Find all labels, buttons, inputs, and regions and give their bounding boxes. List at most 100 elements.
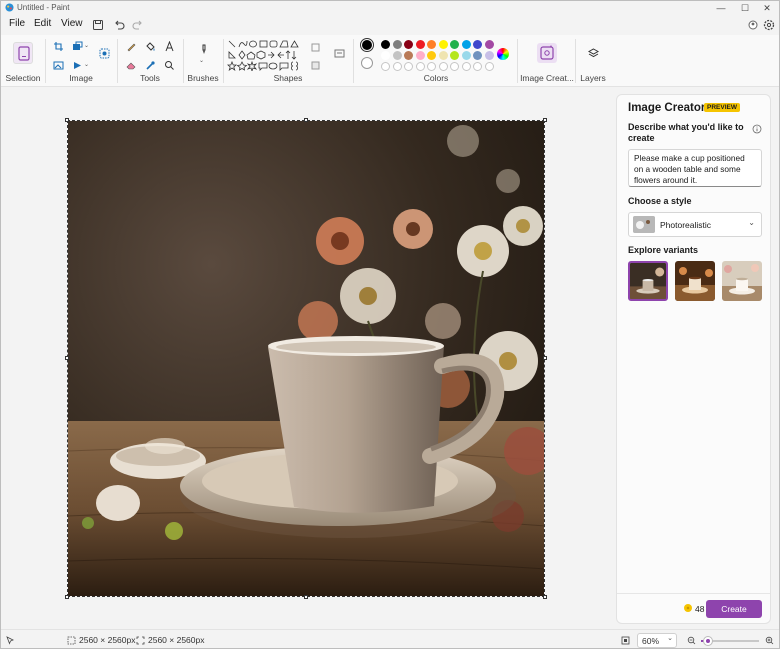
fit-to-window-icon[interactable] [621,636,630,645]
color-swatch[interactable] [415,40,425,49]
text-button[interactable] [161,38,177,54]
image-creator-button[interactable] [537,43,557,63]
color-swatch[interactable] [392,62,402,71]
edit-colors-wheel-icon[interactable] [497,48,509,60]
resize-handle[interactable] [65,595,69,599]
shape-fill-button[interactable] [307,57,323,73]
zoom-slider-thumb[interactable] [704,637,712,645]
menu-file[interactable]: File [9,18,25,29]
selection-size-icon [67,636,76,645]
style-dropdown[interactable]: Photorealistic ⌄ [628,212,762,237]
zoom-in-icon[interactable] [765,636,774,645]
shape-outline-button[interactable] [307,39,323,55]
crop-button[interactable] [50,38,66,54]
color-swatch[interactable] [438,62,448,71]
brushes-button[interactable] [195,41,211,57]
resize-handle[interactable] [543,356,547,360]
color-swatch[interactable] [438,51,448,60]
color-swatch[interactable] [427,51,436,60]
account-icon[interactable] [746,18,760,32]
pencil-button[interactable] [123,38,139,54]
ribbon-divider [183,39,184,83]
image-creator-panel: Image Creator PREVIEW Describe what you'… [616,94,771,624]
zoom-slider-track[interactable] [701,637,759,645]
secondary-color-swatch[interactable] [361,57,373,69]
variant-thumbnail-1[interactable] [628,261,668,301]
color-swatch[interactable] [404,40,413,49]
zoom-dropdown[interactable]: 60% ⌄ [637,633,677,648]
variant-thumbnail-2[interactable] [675,261,715,301]
panel-title: Image Creator [628,102,706,114]
color-swatch[interactable] [415,62,425,71]
resize-handle[interactable] [304,118,308,122]
eraser-button[interactable] [123,57,139,73]
resize-handle[interactable] [543,118,547,122]
color-swatch[interactable] [484,62,494,71]
canvas-image[interactable] [67,120,545,597]
color-swatch[interactable] [450,40,459,49]
redo-icon[interactable] [131,18,145,32]
color-swatch[interactable] [392,40,402,49]
color-picker-button[interactable] [142,57,158,73]
resize-handle[interactable] [543,595,547,599]
image-group: ⌄ ⌄ Image [47,35,115,87]
color-swatch[interactable] [461,51,471,60]
selection-tool-button[interactable] [13,42,33,64]
undo-icon[interactable] [112,18,126,32]
chevron-down-icon[interactable]: ⌄ [84,42,89,49]
color-swatch[interactable] [473,62,482,71]
shape-outline-icon [311,43,319,51]
color-swatch[interactable] [381,40,390,49]
color-swatch[interactable] [461,40,471,49]
settings-gear-icon[interactable] [762,18,776,32]
close-button[interactable]: ✕ [755,1,779,15]
shapes-group: Shapes [225,35,351,87]
primary-color-swatch[interactable] [360,38,374,52]
color-swatch[interactable] [450,62,459,71]
fill-button[interactable] [142,38,158,54]
eyedropper-icon [145,60,155,70]
chevron-down-icon[interactable]: ⌄ [199,57,204,64]
color-swatch[interactable] [381,51,390,60]
resize-handle[interactable] [65,118,69,122]
colors-group: Colors [355,35,517,87]
layers-button[interactable] [585,45,601,61]
minimize-button[interactable]: — [709,1,733,15]
color-swatch[interactable] [484,40,494,49]
chevron-down-icon[interactable]: ⌄ [84,61,89,68]
rotate-button[interactable] [69,57,85,73]
color-swatch[interactable] [415,51,425,60]
color-swatch[interactable] [392,51,402,60]
color-swatch[interactable] [404,51,413,60]
save-icon[interactable] [91,18,105,32]
color-swatch[interactable] [404,62,413,71]
color-swatch[interactable] [381,62,390,71]
image-creator-icon [540,45,554,60]
variant-thumbnail-3[interactable] [722,261,762,301]
menu-view[interactable]: View [61,18,83,29]
create-button[interactable]: Create [706,600,762,618]
color-swatch[interactable] [461,62,471,71]
shape-size-button[interactable] [331,45,347,61]
maximize-button[interactable]: ☐ [733,1,757,15]
resize-handle[interactable] [304,595,308,599]
resize-icon [72,41,82,50]
color-swatch[interactable] [473,40,482,49]
select-image-button[interactable] [50,57,66,73]
color-swatch[interactable] [427,62,436,71]
color-swatch[interactable] [473,51,482,60]
selection-rectangle-icon [18,46,30,61]
color-swatch[interactable] [484,51,494,60]
shapes-gallery[interactable] [227,39,301,71]
color-swatch[interactable] [427,40,436,49]
resize-button[interactable] [69,38,85,54]
color-swatch[interactable] [450,51,459,60]
resize-handle[interactable] [65,356,69,360]
color-swatch[interactable] [438,40,448,49]
magnifier-button[interactable] [161,57,177,73]
prompt-textarea[interactable]: Please make a cup positioned on a wooden… [628,149,762,187]
info-icon[interactable] [752,124,762,134]
remove-background-button[interactable] [96,45,112,61]
zoom-out-icon[interactable] [687,636,696,645]
menu-edit[interactable]: Edit [34,18,51,29]
